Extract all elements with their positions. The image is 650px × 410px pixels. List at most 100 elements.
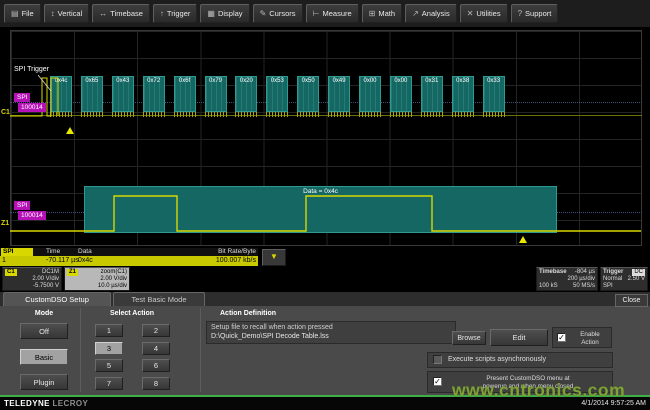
z1-source: zoom(C1) — [101, 269, 127, 276]
signal-burst — [205, 112, 227, 117]
tab-test-basic-mode[interactable]: Test Basic Mode — [113, 292, 205, 306]
action-2-button[interactable]: 2 — [142, 324, 170, 337]
c1-descriptor[interactable]: C1 DC1M 2.00 V/div -5.7500 V — [2, 267, 62, 291]
datetime: 4/1/2014 9:57:25 AM — [581, 400, 646, 407]
decode-table-row[interactable]: 1 -70.117 µs 0x4c 100.007 kb/s — [0, 256, 258, 266]
signal-burst — [174, 112, 196, 117]
menu-label: Support — [525, 9, 551, 18]
trigger-label: Trigger — [603, 269, 623, 276]
signal-burst — [297, 112, 319, 117]
menu-cursors-button[interactable]: ✎Cursors — [253, 4, 303, 23]
action-file-box[interactable]: Setup file to recall when action pressed… — [206, 321, 456, 344]
mode-plugin-button[interactable]: Plugin — [20, 374, 68, 390]
enable-action-group: ✓ Enable Action — [552, 327, 612, 348]
close-button[interactable]: Close — [615, 294, 648, 307]
trace2-bus-id-tag[interactable]: 100014 — [18, 211, 46, 220]
signal-burst — [483, 112, 505, 117]
enable-action-checkbox[interactable]: ✓ — [557, 333, 566, 342]
menu-utilities-button[interactable]: ✕Utilities — [460, 4, 508, 23]
action-5-button[interactable]: 5 — [95, 359, 123, 372]
menu-label: Cursors — [269, 9, 295, 18]
menu-support-button[interactable]: ?Support — [511, 4, 559, 23]
divider — [200, 308, 201, 392]
menu-vertical-button[interactable]: ↕Vertical — [44, 4, 90, 23]
menu-measure-button[interactable]: ⊢Measure — [306, 4, 359, 23]
action-3-button[interactable]: 3 — [95, 342, 123, 355]
cursors-icon: ✎ — [260, 10, 267, 18]
decode-byte-box: 0x53 — [266, 76, 288, 112]
select-action-header: Select Action — [94, 310, 170, 317]
menu-label: Utilities — [476, 9, 500, 18]
c1-coupling: DC1M — [42, 269, 59, 276]
menu-label: Analysis — [422, 9, 450, 18]
z1-vdiv: 2.00 V/div — [67, 276, 127, 283]
menu-display-button[interactable]: ▦Display — [200, 4, 249, 23]
decode-byte-label: 0x38 — [453, 78, 473, 84]
decode-table-expand-button[interactable]: ▼ — [262, 249, 286, 266]
zoom-decode-label: Data = 0x4c — [85, 188, 556, 195]
file-icon: ▤ — [11, 10, 19, 18]
decode-byte-box: 0x50 — [297, 76, 319, 112]
timebase-rate: 50 MS/s — [573, 283, 595, 290]
decode-byte-label: 0x00 — [360, 78, 380, 84]
trace1-bus-id-tag[interactable]: 100014 — [18, 103, 46, 112]
signal-burst — [50, 112, 72, 117]
c1-vdiv: 2.00 V/div — [5, 276, 59, 283]
async-label: Execute scripts asynchronously — [448, 356, 546, 363]
decode-byte-label: 0x72 — [144, 78, 164, 84]
action-1-button[interactable]: 1 — [95, 324, 123, 337]
enable-action-label: Enable Action — [570, 331, 610, 346]
edit-button[interactable]: Edit — [490, 329, 548, 346]
decode-protocol-chip[interactable]: SPI — [1, 248, 33, 256]
timebase-tdiv: 200 µs/div — [539, 276, 595, 283]
signal-burst — [452, 112, 474, 117]
trace1-bus-tag[interactable]: SPI — [14, 93, 30, 102]
mode-basic-button[interactable]: Basic — [20, 349, 68, 365]
menu-math-button[interactable]: ⊞Math — [362, 4, 402, 23]
action-definition-header: Action Definition — [220, 310, 276, 317]
decode-byte-box: 0x79 — [205, 76, 227, 112]
z1-channel-marker[interactable]: Z1 — [1, 220, 9, 227]
decode-byte-box: 0x00 — [390, 76, 412, 112]
menu-trigger-button[interactable]: ↑Trigger — [153, 4, 197, 23]
mode-off-button[interactable]: Off — [20, 323, 68, 339]
timebase-descriptor[interactable]: Timebase -804 µs 200 µs/div 100 kS 50 MS… — [536, 267, 598, 291]
row-index: 1 — [2, 256, 6, 266]
signal-burst — [421, 112, 443, 117]
z1-descriptor[interactable]: Z1 zoom(C1) 2.00 V/div 10.0 µs/div — [64, 267, 130, 291]
menu-label: Vertical — [58, 9, 83, 18]
signal-burst — [112, 112, 134, 117]
action-8-button[interactable]: 8 — [142, 377, 170, 390]
decode-byte-label: 0x53 — [267, 78, 287, 84]
async-checkbox[interactable] — [433, 355, 442, 364]
signal-burst — [266, 112, 288, 117]
browse-button[interactable]: Browse — [452, 331, 486, 345]
action-6-button[interactable]: 6 — [142, 359, 170, 372]
trigger-mode: Normal — [603, 276, 622, 283]
action-file-description: Setup file to recall when action pressed — [211, 324, 333, 331]
measure-icon: ⊢ — [313, 10, 320, 18]
decode-table-header: SPI Time Data Bit Rate/Byte — [0, 248, 258, 256]
present-menu-checkbox[interactable]: ✓ — [433, 377, 442, 386]
decode-byte-label: 0x79 — [206, 78, 226, 84]
brand-logo: TELEDYNE LECROY — [4, 399, 88, 408]
col-data: Data — [78, 248, 92, 256]
decode-byte-box: 0x4c — [50, 76, 72, 112]
menu-file-button[interactable]: ▤File — [4, 4, 41, 23]
decode-byte-box: 0x43 — [112, 76, 134, 112]
menu-analysis-button[interactable]: ↗Analysis — [405, 4, 457, 23]
action-4-button[interactable]: 4 — [142, 342, 170, 355]
action-7-button[interactable]: 7 — [95, 377, 123, 390]
timebase-icon: ↔ — [99, 10, 107, 18]
menu-timebase-button[interactable]: ↔Timebase — [92, 4, 150, 23]
trace2-bus-tag[interactable]: SPI — [14, 201, 30, 210]
signal-burst — [328, 112, 350, 117]
c1-channel-marker[interactable]: C1 — [1, 109, 10, 116]
mode-header: Mode — [20, 310, 68, 317]
watermark: www.cntronics.com — [452, 380, 625, 401]
decode-byte-label: 0x49 — [329, 78, 349, 84]
trigger-descriptor[interactable]: Trigger DC Normal 2.50 V SPI — [600, 267, 648, 291]
decode-byte-label: 0x43 — [113, 78, 133, 84]
decode-byte-label: 0x65 — [82, 78, 102, 84]
tab-customdso-setup[interactable]: CustomDSO Setup — [3, 292, 111, 306]
